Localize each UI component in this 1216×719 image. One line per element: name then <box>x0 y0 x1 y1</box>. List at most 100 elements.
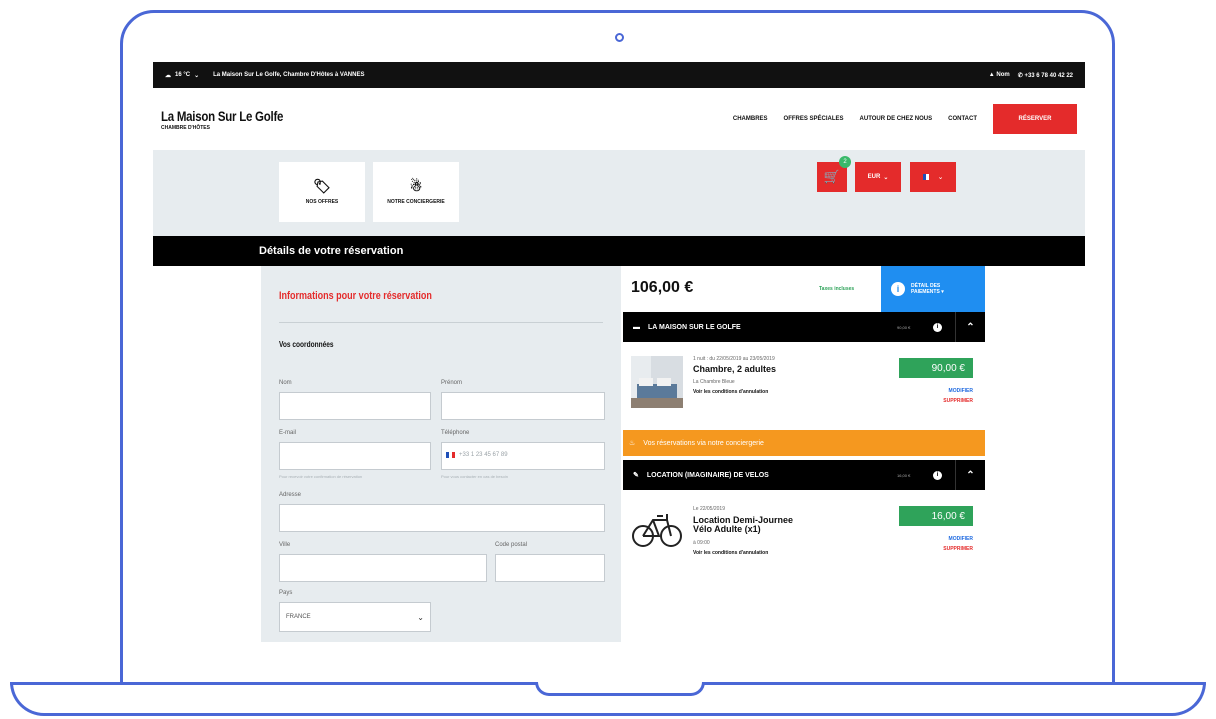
chevron-down-icon: ⌄ <box>194 72 200 79</box>
currency-select[interactable]: EUR ⌄ <box>855 162 901 192</box>
section-title-room: LA MAISON SUR LE GOLFE <box>648 323 741 331</box>
concierge-bell-icon: ☃ <box>409 178 423 194</box>
page-title: Détails de votre réservation <box>153 236 1085 266</box>
chevron-down-icon: ⌄ <box>937 174 944 181</box>
reserve-button[interactable]: RÉSERVER <box>993 104 1077 134</box>
prenom-label: Prénom <box>441 380 463 386</box>
tag-icon: 🏷 <box>313 178 331 194</box>
bike-time: à 09:00 <box>693 540 710 546</box>
toolbar: 🏷 NOS OFFRES ☃ NOTRE CONCIERGERIE 🛒 2 EU… <box>153 150 1085 236</box>
weather-temp: 16 °C <box>175 72 191 78</box>
email-hint: Pour recevoir votre confirmation de rése… <box>279 474 363 479</box>
section-header-bikes: ✎ LOCATION (IMAGINAIRE) DE VELOS 16,00 €… <box>623 460 985 490</box>
telephone-field[interactable]: +33 1 23 45 67 89 <box>441 442 605 470</box>
nav-item-chambres[interactable]: CHAMBRES <box>733 116 768 122</box>
offers-tile[interactable]: 🏷 NOS OFFRES <box>279 162 365 222</box>
collapse-toggle[interactable]: ⌃ <box>955 460 985 490</box>
detail-label-1: DÉTAIL DES <box>911 282 941 289</box>
brand-name: La Maison Sur Le Golfe <box>161 107 284 124</box>
pays-select[interactable]: FRANCE ⌄ <box>279 602 431 632</box>
weather-widget[interactable]: ☁ 16 °C ⌄ <box>165 72 199 79</box>
french-flag-icon <box>446 452 455 458</box>
cart-count-badge: 2 <box>839 156 851 168</box>
form-section-title: Vos coordonnées <box>279 340 334 349</box>
taxes-note: Taxes incluses <box>819 286 855 292</box>
info-icon[interactable]: i <box>933 322 942 332</box>
code-postal-field[interactable] <box>495 554 605 582</box>
ville-label: Ville <box>279 542 291 548</box>
ville-field[interactable] <box>279 554 487 582</box>
top-bar: ☁ 16 °C ⌄ La Maison Sur Le Golfe, Chambr… <box>153 62 1085 88</box>
browser-screen: ☁ 16 °C ⌄ La Maison Sur Le Golfe, Chambr… <box>153 62 1085 642</box>
bike-date: Le 22/05/2019 <box>693 506 725 512</box>
nav-item-autour[interactable]: AUTOUR DE CHEZ NOUS <box>860 116 933 122</box>
room-modify-link[interactable]: MODIFIER <box>949 388 973 394</box>
bike-name-2: Vélo Adulte (x1) <box>693 524 761 534</box>
section-amount-room: 90,00 € <box>897 324 911 330</box>
chevron-up-icon: ⌃ <box>966 321 975 333</box>
room-delete-link[interactable]: SUPPRIMER <box>943 398 973 404</box>
payment-details-button[interactable]: i DÉTAIL DES PAIEMENTS ▾ <box>881 266 985 312</box>
language-select[interactable]: ⌄ <box>910 162 956 192</box>
reservation-form: Informations pour votre réservation Vos … <box>261 266 621 642</box>
section-amount-bikes: 16,00 € <box>897 472 911 478</box>
pays-label: Pays <box>279 590 293 596</box>
concierge-banner: ♨ Vos réservations via notre conciergeri… <box>623 430 985 456</box>
room-photo <box>631 356 683 408</box>
phone-number: +33 6 78 40 42 22 <box>1024 72 1073 79</box>
concierge-bell-icon: ♨ <box>629 440 636 447</box>
offers-tile-label: NOS OFFRES <box>305 199 339 205</box>
section-header-room: ▬ LA MAISON SUR LE GOLFE 90,00 € i ⌃ <box>623 312 985 342</box>
currency-value: EUR <box>867 174 881 180</box>
room-subtitle: La Chambre Bleue <box>693 379 735 385</box>
email-field[interactable] <box>279 442 431 470</box>
french-flag-icon <box>922 174 932 180</box>
collapse-toggle[interactable]: ⌃ <box>955 312 985 342</box>
cloud-icon: ☁ <box>165 72 171 79</box>
laptop-mockup: ☁ 16 °C ⌄ La Maison Sur Le Golfe, Chambr… <box>0 0 1216 719</box>
form-divider <box>279 322 603 323</box>
nom-label: Nom <box>279 380 292 386</box>
nom-field[interactable] <box>279 392 431 420</box>
bike-photo <box>632 514 682 547</box>
room-conditions-link[interactable]: Voir les conditions d'annulation <box>693 389 768 395</box>
nav-item-contact[interactable]: CONTACT <box>948 116 977 122</box>
info-icon[interactable]: i <box>933 470 942 480</box>
login-label: Nom <box>996 71 1010 78</box>
login-link[interactable]: ▲ Nom <box>989 72 1010 79</box>
pays-value: FRANCE <box>286 614 311 620</box>
site-tagline: La Maison Sur Le Golfe, Chambre D'Hôtes … <box>213 72 365 78</box>
brand-subtitle: CHAMBRE D'HÔTES <box>161 124 210 131</box>
telephone-placeholder: +33 1 23 45 67 89 <box>459 452 508 458</box>
bike-modify-link[interactable]: MODIFIER <box>949 536 973 542</box>
telephone-label: Téléphone <box>441 430 470 436</box>
chevron-down-icon: ⌄ <box>417 612 424 622</box>
content-area: Informations pour votre réservation Vos … <box>153 266 1085 642</box>
chevron-down-icon: ⌄ <box>883 174 889 181</box>
info-icon: i <box>891 282 905 296</box>
concierge-tile[interactable]: ☃ NOTRE CONCIERGERIE <box>373 162 459 222</box>
camera-icon <box>615 33 624 42</box>
room-price: 90,00 € <box>899 358 973 378</box>
concierge-banner-text: Vos réservations via notre conciergerie <box>643 439 764 447</box>
booking-summary: 106,00 € Taxes incluses i DÉTAIL DES PAI… <box>623 266 985 642</box>
room-name: Chambre, 2 adultes <box>693 364 777 374</box>
phone-link[interactable]: ✆ +33 6 78 40 42 22 <box>1018 72 1073 79</box>
room-dates: 1 nuit : du 22/05/2019 au 23/05/2019 <box>693 356 775 362</box>
bike-conditions-link[interactable]: Voir les conditions d'annulation <box>693 550 768 556</box>
concierge-tile-label: NOTRE CONCIERGERIE <box>387 199 445 205</box>
form-title: Informations pour votre réservation <box>279 290 432 302</box>
prenom-field[interactable] <box>441 392 605 420</box>
telephone-hint: Pour vous contacter en cas de besoin <box>441 474 508 479</box>
brand[interactable]: La Maison Sur Le Golfe CHAMBRE D'HÔTES <box>161 108 310 131</box>
code-postal-label: Code postal <box>495 542 528 548</box>
bed-icon: ▬ <box>633 323 640 331</box>
adresse-field[interactable] <box>279 504 605 532</box>
site-header: La Maison Sur Le Golfe CHAMBRE D'HÔTES C… <box>153 88 1085 150</box>
bike-price: 16,00 € <box>899 506 973 526</box>
detail-label-2: PAIEMENTS ▾ <box>911 289 944 295</box>
bike-delete-link[interactable]: SUPPRIMER <box>943 546 973 552</box>
email-label: E-mail <box>279 430 297 436</box>
nav-item-offres[interactable]: OFFRES SPÉCIALES <box>784 116 844 122</box>
wrench-icon: ✎ <box>633 472 639 479</box>
